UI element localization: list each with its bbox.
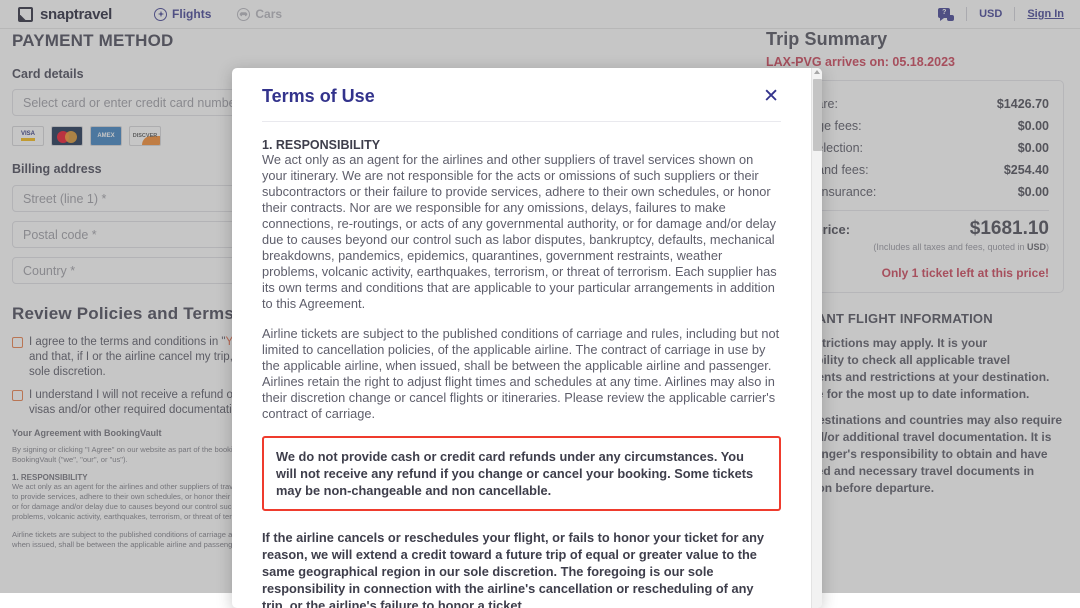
tos-bold-paragraph: If the airline cancels or reschedules yo… <box>262 529 781 608</box>
tos-paragraph-1: We act only as an agent for the airlines… <box>262 152 781 312</box>
scroll-up-arrow-icon[interactable] <box>814 70 820 74</box>
modal-scrollbar[interactable] <box>811 68 822 608</box>
modal-title: Terms of Use <box>262 86 375 107</box>
modal-backdrop: Terms of Use ✕ 1. RESPONSIBILITY We act … <box>0 0 1080 593</box>
scrollbar-thumb[interactable] <box>813 79 822 151</box>
no-refund-alert-text: We do not provide cash or credit card re… <box>276 448 767 499</box>
no-refund-alert-box: We do not provide cash or credit card re… <box>262 436 781 511</box>
modal-scroll-area[interactable]: Terms of Use ✕ 1. RESPONSIBILITY We act … <box>232 68 811 608</box>
terms-of-use-modal: Terms of Use ✕ 1. RESPONSIBILITY We act … <box>232 68 822 608</box>
tos-section-heading: 1. RESPONSIBILITY <box>262 138 781 152</box>
modal-body: 1. RESPONSIBILITY We act only as an agen… <box>232 122 811 608</box>
modal-header: Terms of Use ✕ <box>232 68 811 107</box>
close-icon[interactable]: ✕ <box>761 86 781 107</box>
tos-paragraph-2: Airline tickets are subject to the publi… <box>262 326 781 422</box>
